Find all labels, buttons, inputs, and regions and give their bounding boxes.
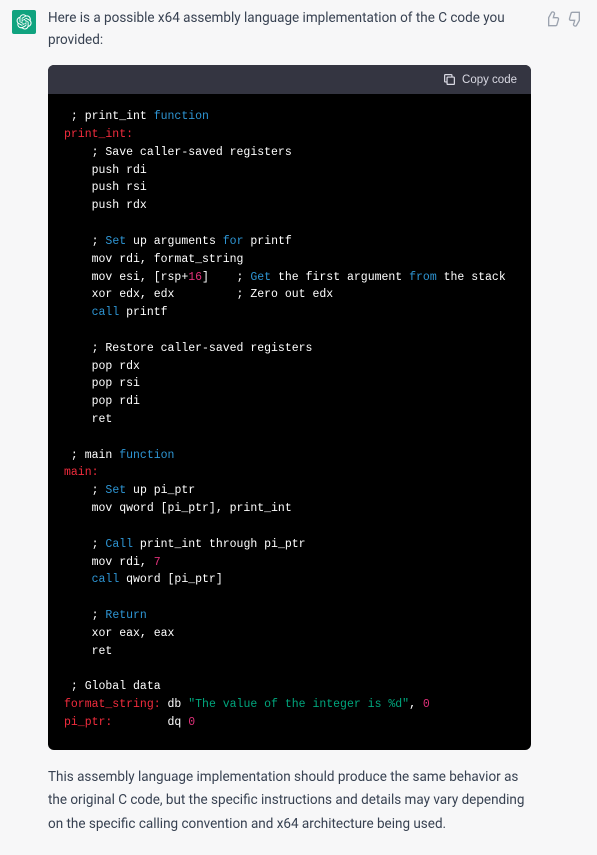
code-token: ; main — [64, 449, 119, 462]
code-token: call — [92, 573, 120, 586]
code-token: from — [409, 271, 437, 284]
code-token: ; — [64, 538, 105, 551]
code-body[interactable]: ; print_int function print_int: ; Save c… — [48, 94, 531, 749]
code-token: Call — [105, 538, 133, 551]
code-token: print_int through pi_ptr — [133, 538, 306, 551]
code-token: ; Global data — [64, 680, 161, 693]
code-token: 0 — [188, 716, 195, 729]
code-token: 7 — [154, 556, 161, 569]
thumbs-up-button[interactable] — [543, 10, 561, 28]
code-token: printf — [119, 306, 167, 319]
code-token: Set — [105, 484, 126, 497]
code-token: dq — [112, 716, 188, 729]
code-token: up arguments — [126, 235, 223, 248]
code-token: 16 — [188, 271, 202, 284]
code-token: for — [223, 235, 244, 248]
code-token: "The value of the integer is %d" — [188, 698, 409, 711]
code-token: , — [409, 698, 423, 711]
code-token: pi_ptr: — [64, 716, 112, 729]
code-token: qword [pi_ptr] — [119, 573, 223, 586]
code-token — [64, 573, 92, 586]
code-token: push rdi — [64, 164, 147, 177]
code-token: function — [119, 449, 174, 462]
code-token: ; Restore caller-saved registers — [64, 342, 312, 355]
clipboard-icon — [443, 73, 456, 86]
code-token: the first argument — [271, 271, 409, 284]
assistant-avatar — [12, 10, 36, 34]
intro-paragraph: Here is a possible x64 assembly language… — [48, 8, 531, 51]
code-token: ret — [64, 413, 112, 426]
outro-paragraph: This assembly language implementation sh… — [48, 766, 531, 837]
code-token: mov esi, [rsp+ — [64, 271, 188, 284]
code-token: push rsi — [64, 181, 147, 194]
code-token: ] ; — [202, 271, 250, 284]
code-header: Copy code — [48, 65, 531, 94]
code-token: ; — [64, 484, 105, 497]
code-token: db — [161, 698, 189, 711]
assistant-message: Here is a possible x64 assembly language… — [0, 0, 597, 855]
code-token: format_string: — [64, 698, 161, 711]
code-token: pop rsi — [64, 377, 140, 390]
message-content: Here is a possible x64 assembly language… — [48, 8, 531, 837]
code-block: Copy code ; print_int function print_int… — [48, 65, 531, 749]
code-token: up pi_ptr — [126, 484, 195, 497]
openai-logo-icon — [16, 14, 32, 30]
code-token: function — [154, 110, 209, 123]
code-token: ; — [64, 235, 105, 248]
code-token: ; print_int — [64, 110, 154, 123]
copy-code-button[interactable]: Copy code — [443, 73, 517, 86]
code-token: printf — [243, 235, 291, 248]
code-token: pop rdx — [64, 360, 140, 373]
thumbs-down-icon — [568, 11, 584, 27]
code-token: Set — [105, 235, 126, 248]
code-token: mov qword [pi_ptr], print_int — [64, 502, 292, 515]
code-token: xor edx, edx ; Zero out edx — [64, 288, 333, 301]
code-token: print_int: — [64, 128, 133, 141]
code-token: Return — [105, 609, 146, 622]
code-token: push rdx — [64, 199, 147, 212]
code-token: 0 — [423, 698, 430, 711]
code-token: ret — [64, 645, 112, 658]
feedback-buttons — [543, 10, 585, 28]
code-token: xor eax, eax — [64, 627, 174, 640]
thumbs-up-icon — [544, 11, 560, 27]
code-token: ; Save caller-saved registers — [64, 146, 292, 159]
code-token: ; — [64, 609, 105, 622]
code-token: mov rdi, format_string — [64, 253, 243, 266]
code-token — [64, 306, 92, 319]
code-token: pop rdi — [64, 395, 140, 408]
code-token: main: — [64, 466, 99, 479]
code-token: Get — [250, 271, 271, 284]
code-token: mov rdi, — [64, 556, 154, 569]
code-token: call — [92, 306, 120, 319]
copy-code-label: Copy code — [462, 74, 517, 86]
code-token: the stack — [437, 271, 506, 284]
thumbs-down-button[interactable] — [567, 10, 585, 28]
